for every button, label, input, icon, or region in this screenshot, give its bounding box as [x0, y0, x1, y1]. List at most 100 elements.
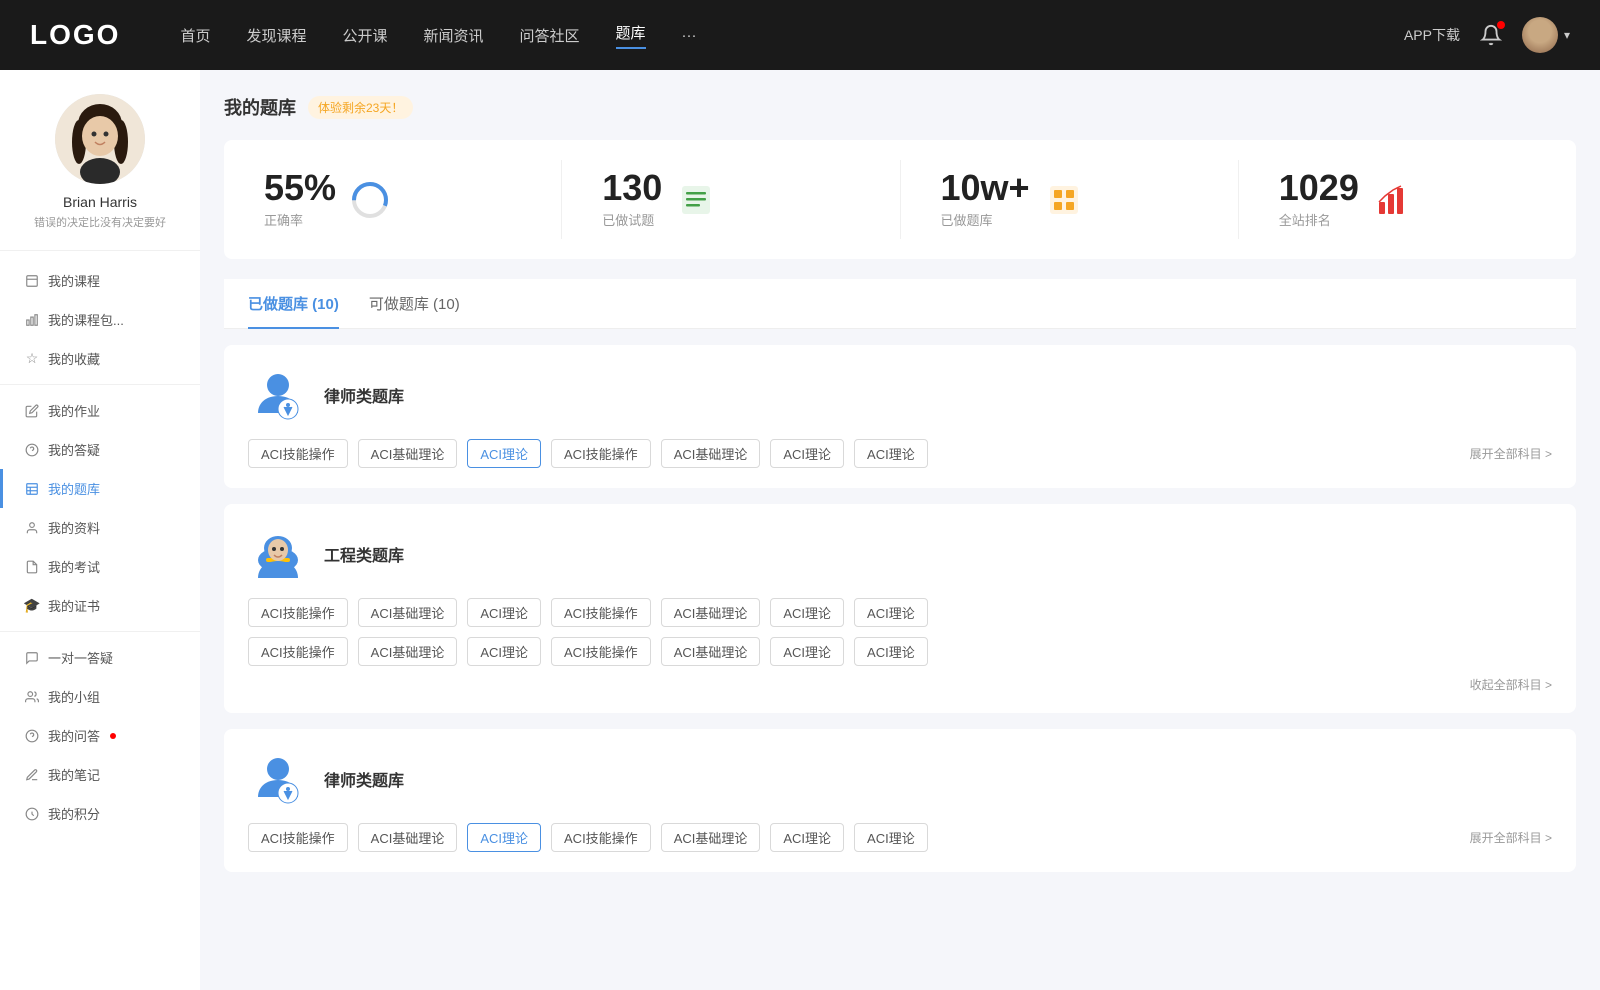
list-doc-icon: [674, 178, 718, 222]
tag[interactable]: ACI基础理论: [358, 439, 458, 468]
profile-name: Brian Harris: [63, 194, 137, 210]
nav-news[interactable]: 新闻资讯: [424, 25, 484, 46]
nav-open[interactable]: 公开课: [342, 25, 387, 46]
tag[interactable]: ACI基础理论: [358, 823, 458, 852]
sidebar-item-one-on-one[interactable]: 一对一答疑: [0, 638, 200, 677]
bank-title: 工程类题库: [324, 542, 404, 566]
tag[interactable]: ACI技能操作: [248, 637, 348, 666]
tag[interactable]: ACI技能操作: [248, 823, 348, 852]
stat-value: 55%: [264, 170, 336, 206]
notification-badge: [1497, 21, 1505, 29]
tag[interactable]: ACI技能操作: [551, 823, 651, 852]
stat-main: 1029 全站排名: [1279, 170, 1359, 229]
tag[interactable]: ACI技能操作: [551, 637, 651, 666]
tag[interactable]: ACI基础理论: [661, 637, 761, 666]
sidebar-label: 我的作业: [48, 401, 100, 420]
stat-value: 130: [602, 170, 662, 206]
nav-bank[interactable]: 题库: [616, 22, 646, 49]
sidebar-item-my-profile[interactable]: 我的资料: [0, 508, 200, 547]
app-download-link[interactable]: APP下载: [1404, 25, 1460, 45]
bank-title: 律师类题库: [324, 767, 404, 791]
tag[interactable]: ACI基础理论: [661, 823, 761, 852]
bank-card-lawyer-2: 律师类题库 ACI技能操作 ACI基础理论 ACI理论 ACI技能操作 ACI基…: [224, 729, 1576, 872]
stat-done-banks: 10w+ 已做题库: [901, 160, 1239, 239]
grid-doc-icon: [1042, 178, 1086, 222]
bank-card-lawyer-1: 律师类题库 ACI技能操作 ACI基础理论 ACI理论 ACI技能操作 ACI基…: [224, 345, 1576, 488]
tag[interactable]: ACI理论: [770, 598, 844, 627]
sidebar-item-my-exams[interactable]: 我的考试: [0, 547, 200, 586]
sidebar-label: 我的课程: [48, 271, 100, 290]
stat-ranking: 1029 全站排名: [1239, 160, 1576, 239]
tag[interactable]: ACI基础理论: [358, 598, 458, 627]
sidebar-item-my-homework[interactable]: 我的作业: [0, 391, 200, 430]
sidebar-item-my-packages[interactable]: 我的课程包...: [0, 300, 200, 339]
tag[interactable]: ACI技能操作: [551, 439, 651, 468]
bank-title: 律师类题库: [324, 383, 404, 407]
nav-more[interactable]: ···: [682, 27, 697, 44]
tag[interactable]: ACI理论: [854, 637, 928, 666]
tag[interactable]: ACI理论: [854, 823, 928, 852]
collapse-link[interactable]: 收起全部科目 >: [248, 676, 1552, 693]
sidebar-item-my-questions[interactable]: 我的答疑: [0, 430, 200, 469]
logo[interactable]: LOGO: [30, 19, 120, 51]
stats-row: 55% 正确率 130 已做试题: [224, 140, 1576, 259]
help-icon: [24, 442, 40, 458]
tab-available-banks[interactable]: 可做题库 (10): [369, 279, 460, 328]
lawyer-icon-2: [248, 749, 308, 809]
nav: 首页 发现课程 公开课 新闻资讯 问答社区 题库 ···: [180, 22, 1404, 49]
tag-active[interactable]: ACI理论: [467, 823, 541, 852]
bar-chart-icon: [24, 312, 40, 328]
user-icon: [24, 520, 40, 536]
sidebar-item-my-certs[interactable]: 🎓 我的证书: [0, 586, 200, 625]
ranking-bar-icon: [1371, 178, 1415, 222]
nav-discover[interactable]: 发现课程: [246, 25, 306, 46]
tag[interactable]: ACI理论: [770, 823, 844, 852]
page-title: 我的题库: [224, 94, 296, 120]
tag[interactable]: ACI理论: [854, 598, 928, 627]
stat-label: 已做题库: [941, 210, 1030, 229]
nav-qa[interactable]: 问答社区: [520, 25, 580, 46]
tag-active[interactable]: ACI理论: [467, 439, 541, 468]
sidebar-item-my-group[interactable]: 我的小组: [0, 677, 200, 716]
group-icon: [24, 689, 40, 705]
tag[interactable]: ACI理论: [854, 439, 928, 468]
stat-main: 10w+ 已做题库: [941, 170, 1030, 229]
sidebar-item-my-bank[interactable]: 我的题库: [0, 469, 200, 508]
tag[interactable]: ACI基础理论: [358, 637, 458, 666]
expand-link[interactable]: 展开全部科目 >: [1470, 445, 1552, 462]
sidebar-label: 我的课程包...: [48, 310, 124, 329]
sidebar-label: 我的题库: [48, 479, 100, 498]
tag[interactable]: ACI技能操作: [551, 598, 651, 627]
sidebar-item-my-notes[interactable]: 我的笔记: [0, 755, 200, 794]
tag[interactable]: ACI理论: [770, 439, 844, 468]
header: LOGO 首页 发现课程 公开课 新闻资讯 问答社区 题库 ··· APP下载 …: [0, 0, 1600, 70]
user-avatar-menu[interactable]: ▾: [1522, 17, 1570, 53]
star-icon: ☆: [24, 351, 40, 367]
avatar: [1522, 17, 1558, 53]
tag[interactable]: ACI技能操作: [248, 598, 348, 627]
chevron-down-icon: ▾: [1564, 28, 1570, 42]
sidebar-item-my-courses[interactable]: 我的课程: [0, 261, 200, 300]
stat-done-questions: 130 已做试题: [562, 160, 900, 239]
sidebar-label: 一对一答疑: [48, 648, 113, 667]
sidebar-item-my-qa[interactable]: 我的问答: [0, 716, 200, 755]
sidebar-item-my-points[interactable]: 我的积分: [0, 794, 200, 833]
tag[interactable]: ACI理论: [770, 637, 844, 666]
tab-done-banks[interactable]: 已做题库 (10): [248, 279, 339, 328]
expand-link-2[interactable]: 展开全部科目 >: [1470, 829, 1552, 846]
pie-chart-icon: [348, 178, 392, 222]
tag[interactable]: ACI理论: [467, 637, 541, 666]
sidebar-avatar: [55, 94, 145, 184]
tags-row: ACI技能操作 ACI基础理论 ACI理论 ACI技能操作 ACI基础理论 AC…: [248, 439, 1552, 468]
notification-bell[interactable]: [1480, 24, 1502, 46]
notes-icon: [24, 767, 40, 783]
tags-row: ACI技能操作 ACI基础理论 ACI理论 ACI技能操作 ACI基础理论 AC…: [248, 823, 1552, 852]
nav-home[interactable]: 首页: [180, 25, 210, 46]
sidebar-item-my-favorites[interactable]: ☆ 我的收藏: [0, 339, 200, 378]
tag[interactable]: ACI理论: [467, 598, 541, 627]
tag[interactable]: ACI基础理论: [661, 598, 761, 627]
tag[interactable]: ACI技能操作: [248, 439, 348, 468]
lawyer-icon: [248, 365, 308, 425]
tags-row-2: ACI技能操作 ACI基础理论 ACI理论 ACI技能操作 ACI基础理论 AC…: [248, 637, 1552, 666]
tag[interactable]: ACI基础理论: [661, 439, 761, 468]
